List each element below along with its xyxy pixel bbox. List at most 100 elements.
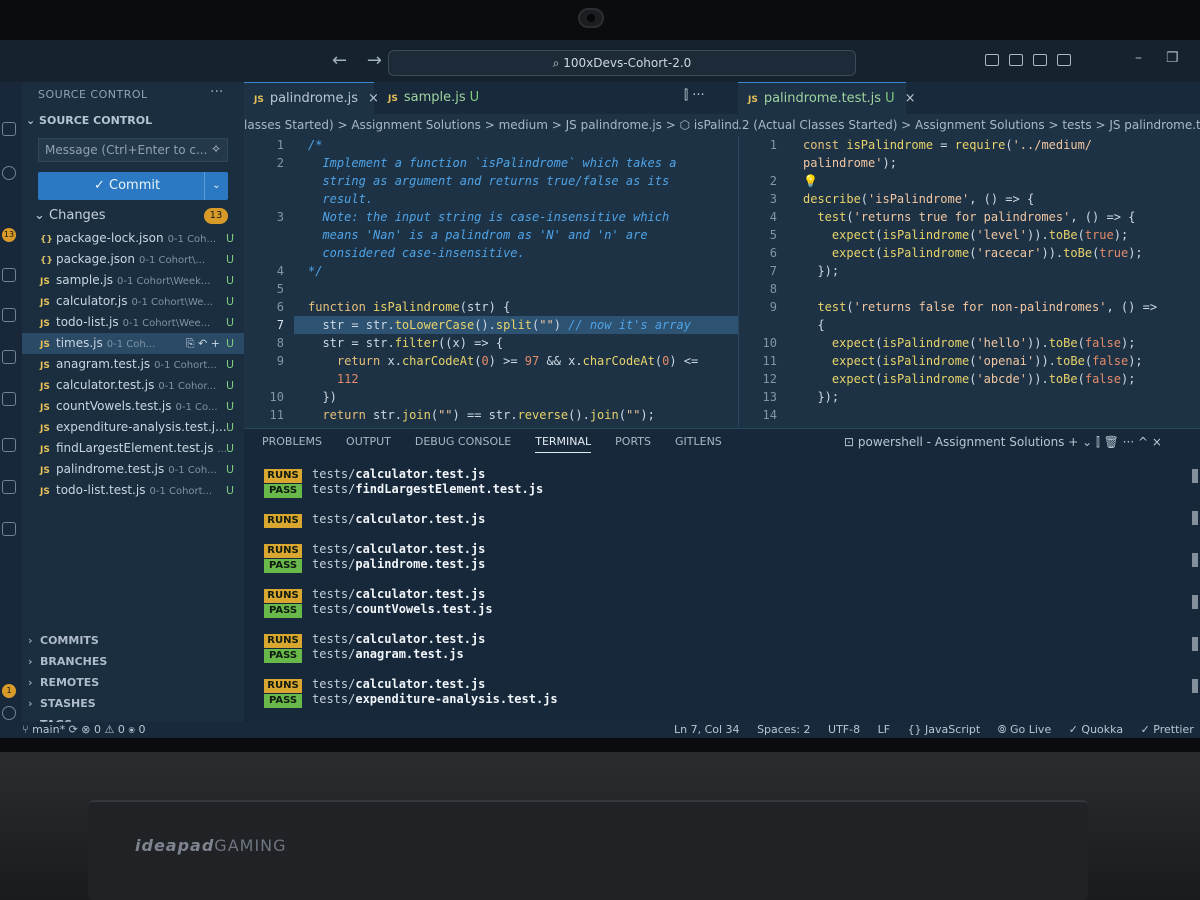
- panel-tab-debug-console[interactable]: DEBUG CONSOLE: [415, 435, 511, 453]
- gitlens-section-stashes[interactable]: › STASHES: [28, 693, 117, 714]
- left-code-editor[interactable]: 1 /* 2 Implement a function `isPalindrome`…: [244, 136, 738, 426]
- code-line[interactable]: 14: [739, 406, 1200, 424]
- changed-file-row[interactable]: JS calculator.js 0-1 Cohort\We... U: [22, 291, 244, 312]
- tab-palindrome-test-js[interactable]: JS palindrome.test.js U ×: [738, 82, 916, 114]
- source-control-badge[interactable]: 13: [2, 228, 16, 242]
- gitlens-section-remotes[interactable]: › REMOTES: [28, 672, 117, 693]
- left-breadcrumb[interactable]: lasses Started) > Assignment Solutions >…: [244, 114, 738, 136]
- python-icon[interactable]: [2, 522, 16, 536]
- accounts-badge[interactable]: 1: [2, 684, 16, 698]
- changed-file-row[interactable]: JS anagram.test.js 0-1 Cohort... U: [22, 354, 244, 375]
- changed-file-row[interactable]: JS expenditure-analysis.test.j... U: [22, 417, 244, 438]
- commit-button[interactable]: ✓ Commit ⌄: [38, 172, 228, 200]
- tab-palindrome-js[interactable]: JS palindrome.js ×: [244, 82, 379, 114]
- source-control-section-header[interactable]: ⌄ SOURCE CONTROL: [26, 114, 152, 127]
- editor-split-more-icons[interactable]: ⫿ ···: [684, 88, 705, 103]
- gitlens-section-branches[interactable]: › BRANCHES: [28, 651, 117, 672]
- indentation[interactable]: Spaces: 2: [757, 723, 810, 736]
- right-code-editor[interactable]: 1 const isPalindrome = require('../medium…: [738, 136, 1200, 426]
- code-line[interactable]: string as argument and returns true/fals…: [244, 172, 738, 190]
- panel-tab-problems[interactable]: PROBLEMS: [262, 435, 322, 453]
- explorer-icon[interactable]: [2, 122, 16, 136]
- changed-file-row[interactable]: JS countVowels.test.js 0-1 Co... U: [22, 396, 244, 417]
- right-breadcrumb[interactable]: .2 (Actual Classes Started) > Assignment…: [738, 114, 1200, 136]
- code-line[interactable]: 7 });: [739, 262, 1200, 280]
- code-line[interactable]: 2 Implement a function `isPalindrome` wh…: [244, 154, 738, 172]
- code-line[interactable]: 5: [244, 280, 738, 298]
- code-line[interactable]: 112: [244, 370, 738, 388]
- changes-group-header[interactable]: ⌄ Changes: [34, 208, 106, 223]
- code-line[interactable]: 6 function isPalindrome(str) {: [244, 298, 738, 316]
- forward-arrow-icon[interactable]: →: [367, 50, 382, 71]
- code-line[interactable]: {: [739, 316, 1200, 334]
- toggle-panel-icon[interactable]: [1009, 54, 1023, 66]
- code-line[interactable]: 12 expect(isPalindrome('abcde')).toBe(fa…: [739, 370, 1200, 388]
- changed-file-row[interactable]: JS findLargestElement.test.js... U: [22, 438, 244, 459]
- changed-file-row[interactable]: JS times.js 0-1 Coh... ⎘ ↶ + U: [22, 333, 244, 354]
- changed-file-row[interactable]: JS sample.js 0-1 Cohort\Week... U: [22, 270, 244, 291]
- terminal-output[interactable]: RUNS tests/calculator.test.js PASS tests/fi…: [264, 467, 558, 708]
- code-line[interactable]: means 'Nan' is a palindrom as 'N' and 'n…: [244, 226, 738, 244]
- panel-tab-terminal[interactable]: TERMINAL: [535, 435, 592, 453]
- code-line[interactable]: 13 });: [739, 388, 1200, 406]
- language-mode[interactable]: {} JavaScript: [908, 723, 981, 736]
- settings-gear-icon[interactable]: [2, 706, 16, 720]
- panel-tab-output[interactable]: OUTPUT: [346, 435, 391, 453]
- run-debug-icon[interactable]: [2, 268, 16, 282]
- tab-sample-js[interactable]: JS sample.js U: [378, 82, 488, 114]
- code-line[interactable]: 3 describe('isPalindrome', () => {: [739, 190, 1200, 208]
- quokka-status[interactable]: ✓ Quokka: [1069, 723, 1123, 736]
- minimize-button[interactable]: –: [1135, 50, 1142, 66]
- changed-file-row[interactable]: JS todo-list.js 0-1 Cohort\Wee... U: [22, 312, 244, 333]
- code-line[interactable]: 4 test('returns true for palindromes', (…: [739, 208, 1200, 226]
- commit-dropdown-icon[interactable]: ⌄: [204, 172, 228, 200]
- gitlens-section-commits[interactable]: › COMMITS: [28, 630, 117, 651]
- customize-layout-icon[interactable]: [1057, 54, 1071, 66]
- code-line[interactable]: considered case-insensitive.: [244, 244, 738, 262]
- encoding[interactable]: UTF-8: [828, 723, 860, 736]
- panel-tab-gitlens[interactable]: GITLENS: [675, 435, 722, 453]
- code-line[interactable]: palindrome');: [739, 154, 1200, 172]
- sparkle-icon[interactable]: ✧: [211, 142, 221, 156]
- close-icon[interactable]: ×: [905, 91, 916, 106]
- toggle-secondary-sidebar-icon[interactable]: [1033, 54, 1047, 66]
- code-line[interactable]: 1 /*: [244, 136, 738, 154]
- code-line[interactable]: 10 }): [244, 388, 738, 406]
- branch-status[interactable]: ⑂ main* ⟳ ⊗ 0 ⚠ 0 ⦿ 0: [22, 723, 145, 736]
- more-actions-icon[interactable]: ···: [210, 84, 223, 100]
- gitlens-icon[interactable]: [2, 438, 16, 452]
- code-line[interactable]: 9 test('returns false for non-palindrome…: [739, 298, 1200, 316]
- code-line[interactable]: 1 const isPalindrome = require('../medium…: [739, 136, 1200, 154]
- changed-file-row[interactable]: JS calculator.test.js 0-1 Cohor... U: [22, 375, 244, 396]
- code-line[interactable]: result.: [244, 190, 738, 208]
- terminal-toolbar[interactable]: ⊡ powershell - Assignment Solutions + ⌄ …: [844, 435, 1162, 450]
- back-arrow-icon[interactable]: ←: [332, 50, 347, 71]
- code-line[interactable]: 11 expect(isPalindrome('openai')).toBe(f…: [739, 352, 1200, 370]
- search-icon[interactable]: [2, 166, 16, 180]
- go-live-button[interactable]: ⦾ Go Live: [998, 723, 1052, 736]
- restore-button[interactable]: ❐: [1166, 50, 1179, 66]
- code-line[interactable]: 8 str = str.filter((x) => {: [244, 334, 738, 352]
- code-line[interactable]: 4 */: [244, 262, 738, 280]
- code-line[interactable]: 11 return str.join("") == str.reverse().…: [244, 406, 738, 424]
- remote-explorer-icon[interactable]: [2, 392, 16, 406]
- code-line[interactable]: 2 💡: [739, 172, 1200, 190]
- command-center-search[interactable]: ⌕ 100xDevs-Cohort-2.0: [388, 50, 856, 76]
- panel-tab-ports[interactable]: PORTS: [615, 435, 651, 453]
- code-line[interactable]: 10 expect(isPalindrome('hello')).toBe(fa…: [739, 334, 1200, 352]
- code-line[interactable]: 3 Note: the input string is case-insensi…: [244, 208, 738, 226]
- testing-icon[interactable]: [2, 350, 16, 364]
- changed-file-row[interactable]: JS palindrome.test.js 0-1 Coh... U: [22, 459, 244, 480]
- end-of-line[interactable]: LF: [878, 723, 890, 736]
- toggle-primary-sidebar-icon[interactable]: [985, 54, 999, 66]
- code-line[interactable]: 8: [739, 280, 1200, 298]
- prettier-status[interactable]: ✓ Prettier: [1141, 723, 1194, 736]
- cursor-position[interactable]: Ln 7, Col 34: [674, 723, 740, 736]
- changed-file-row[interactable]: JS todo-list.test.js 0-1 Cohort... U: [22, 480, 244, 501]
- code-line[interactable]: 6 expect(isPalindrome('racecar')).toBe(t…: [739, 244, 1200, 262]
- code-line[interactable]: 5 expect(isPalindrome('level')).toBe(tru…: [739, 226, 1200, 244]
- extensions-icon[interactable]: [2, 308, 16, 322]
- terminal-scrollbar[interactable]: [1192, 469, 1198, 719]
- code-line[interactable]: 9 return x.charCodeAt(0) >= 97 && x.char…: [244, 352, 738, 370]
- changed-file-row[interactable]: {} package-lock.json 0-1 Coh... U: [22, 228, 244, 249]
